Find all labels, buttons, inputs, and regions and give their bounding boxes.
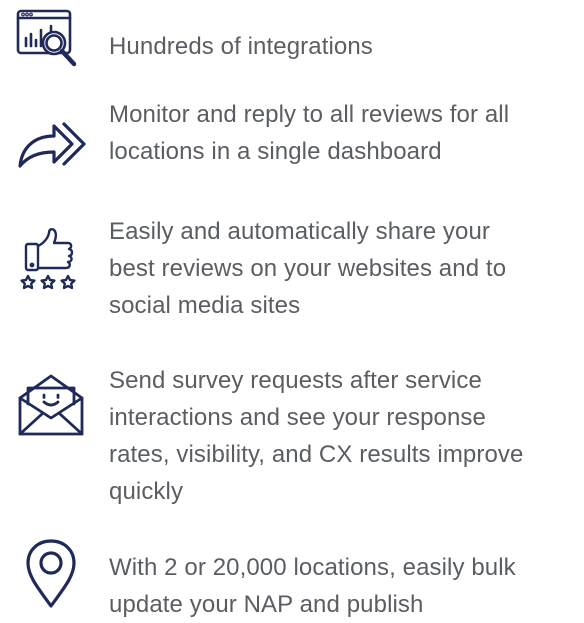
- location-pin-icon: [14, 536, 88, 610]
- integrations-dashboard-icon: [14, 8, 88, 82]
- feature-text: Send survey requests after service inter…: [109, 367, 524, 505]
- feature-list: Hundreds of integrations Monitor and rep…: [0, 0, 584, 618]
- thumbs-up-stars-icon: [14, 224, 88, 298]
- feature-text: With 2 or 20,000 locations, easily bulk …: [109, 554, 516, 618]
- feature-text: Hundreds of integrations: [109, 33, 373, 60]
- reply-arrow-icon: [14, 110, 88, 184]
- feature-text: Monitor and reply to all reviews for all…: [109, 101, 510, 165]
- feature-text: Easily and automatically share your best…: [109, 218, 507, 319]
- survey-envelope-icon: [14, 368, 88, 442]
